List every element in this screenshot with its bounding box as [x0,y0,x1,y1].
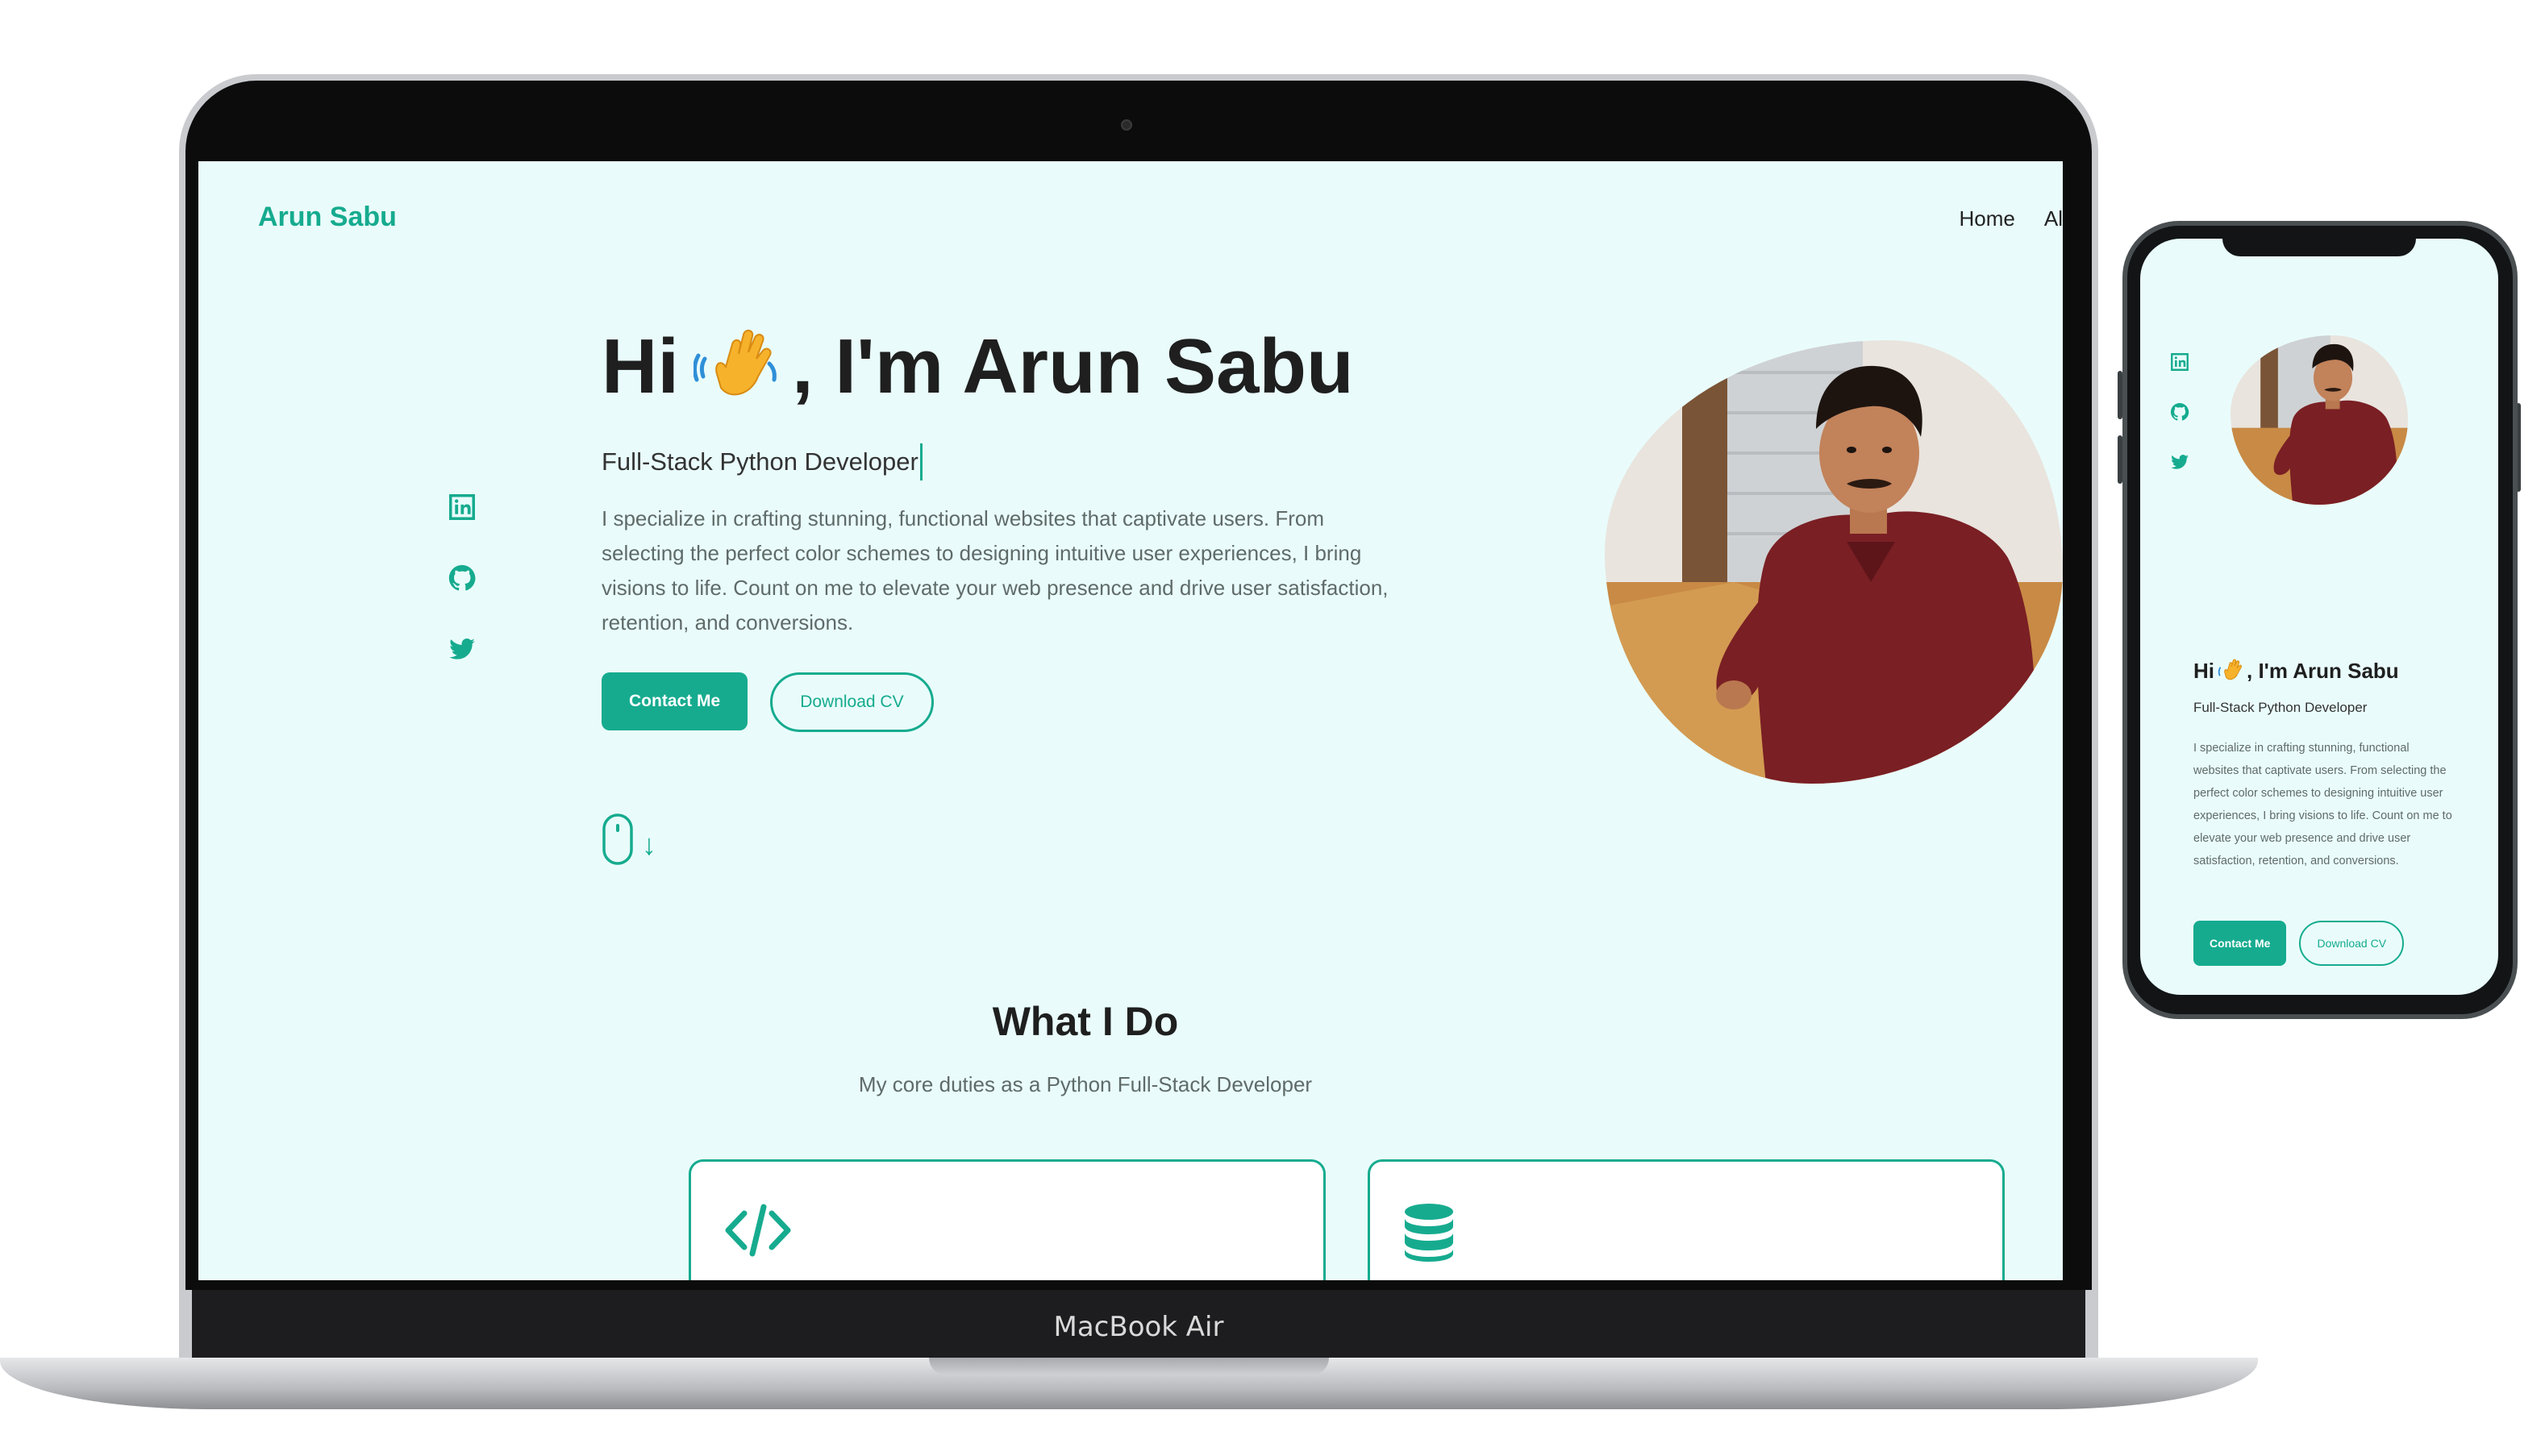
contact-button[interactable]: Contact Me [602,672,748,730]
social-links [447,492,477,664]
laptop-base-notch [929,1358,1329,1375]
profile-photo-illustration [1605,340,2063,784]
mobile-social-links [2169,352,2190,472]
hero-section: Hi , I'm Arun Sabu Full-Stack Python Dev… [602,322,1408,732]
hero-greeting-prefix: Hi [602,323,679,410]
code-icon [725,1204,791,1257]
scroll-indicator[interactable]: ↓ [602,813,656,866]
phone-screen: Hi , I'm Arun Sabu Full-Stack Python Dev… [2140,239,2498,995]
service-card[interactable] [1368,1159,2005,1280]
hero-buttons: Contact Me Download CV [602,672,1408,732]
twitter-icon[interactable] [447,634,477,664]
waving-hand-icon [2218,659,2242,680]
hero-subtitle-text: Full-Stack Python Developer [602,447,918,476]
mobile-profile-photo [2231,335,2408,505]
mouse-icon [602,813,633,865]
nav-menu: Home Al [1960,206,2063,231]
typing-caret [919,443,923,480]
github-icon[interactable] [447,563,477,593]
hero-title: Hi , I'm Arun Sabu [602,322,1408,411]
linkedin-icon[interactable] [2169,352,2190,372]
laptop-model-label: MacBook Air [1053,1311,1224,1343]
phone-notch [2222,239,2416,256]
linkedin-icon[interactable] [447,492,477,522]
scroll-arrow: ↓ [642,828,656,861]
services-subtitle: My core duties as a Python Full-Stack De… [858,1072,1313,1096]
mobile-greeting-suffix: , I'm Arun Sabu [2247,658,2399,683]
services-title: What I Do [992,999,1179,1044]
mobile-download-cv-button[interactable]: Download CV [2299,921,2405,966]
hero-description: I specialize in crafting stunning, funct… [602,506,1389,634]
hero-greeting-suffix: , I'm Arun Sabu [792,323,1354,410]
service-card[interactable] [689,1159,1326,1280]
laptop-screen: Arun Sabu Home Al Hi , I'm Arun Sabu Ful… [198,161,2063,1280]
mobile-contact-button[interactable]: Contact Me [2193,921,2287,966]
mobile-hero-title: Hi , I'm Arun Sabu [2193,658,2399,684]
nav-about[interactable]: Al [2044,206,2063,231]
profile-photo [1605,340,2063,784]
github-icon[interactable] [2169,401,2190,422]
mobile-profile-photo-illustration [2231,335,2408,505]
nav-home[interactable]: Home [1960,206,2015,231]
download-cv-button[interactable]: Download CV [770,672,934,732]
mobile-greeting-prefix: Hi [2193,658,2214,683]
database-icon [1405,1204,1453,1262]
mobile-hero-subtitle: Full-Stack Python Developer [2193,700,2368,715]
hero-subtitle: Full-Stack Python Developer [602,443,1408,480]
twitter-icon[interactable] [2169,451,2190,472]
waving-hand-icon [694,330,777,396]
mobile-hero-description: I specialize in crafting stunning, funct… [2193,742,2452,867]
brand-logo[interactable]: Arun Sabu [258,202,397,233]
mobile-hero-buttons: Contact Me Download CV [2193,921,2405,966]
laptop-camera [1121,119,1132,131]
